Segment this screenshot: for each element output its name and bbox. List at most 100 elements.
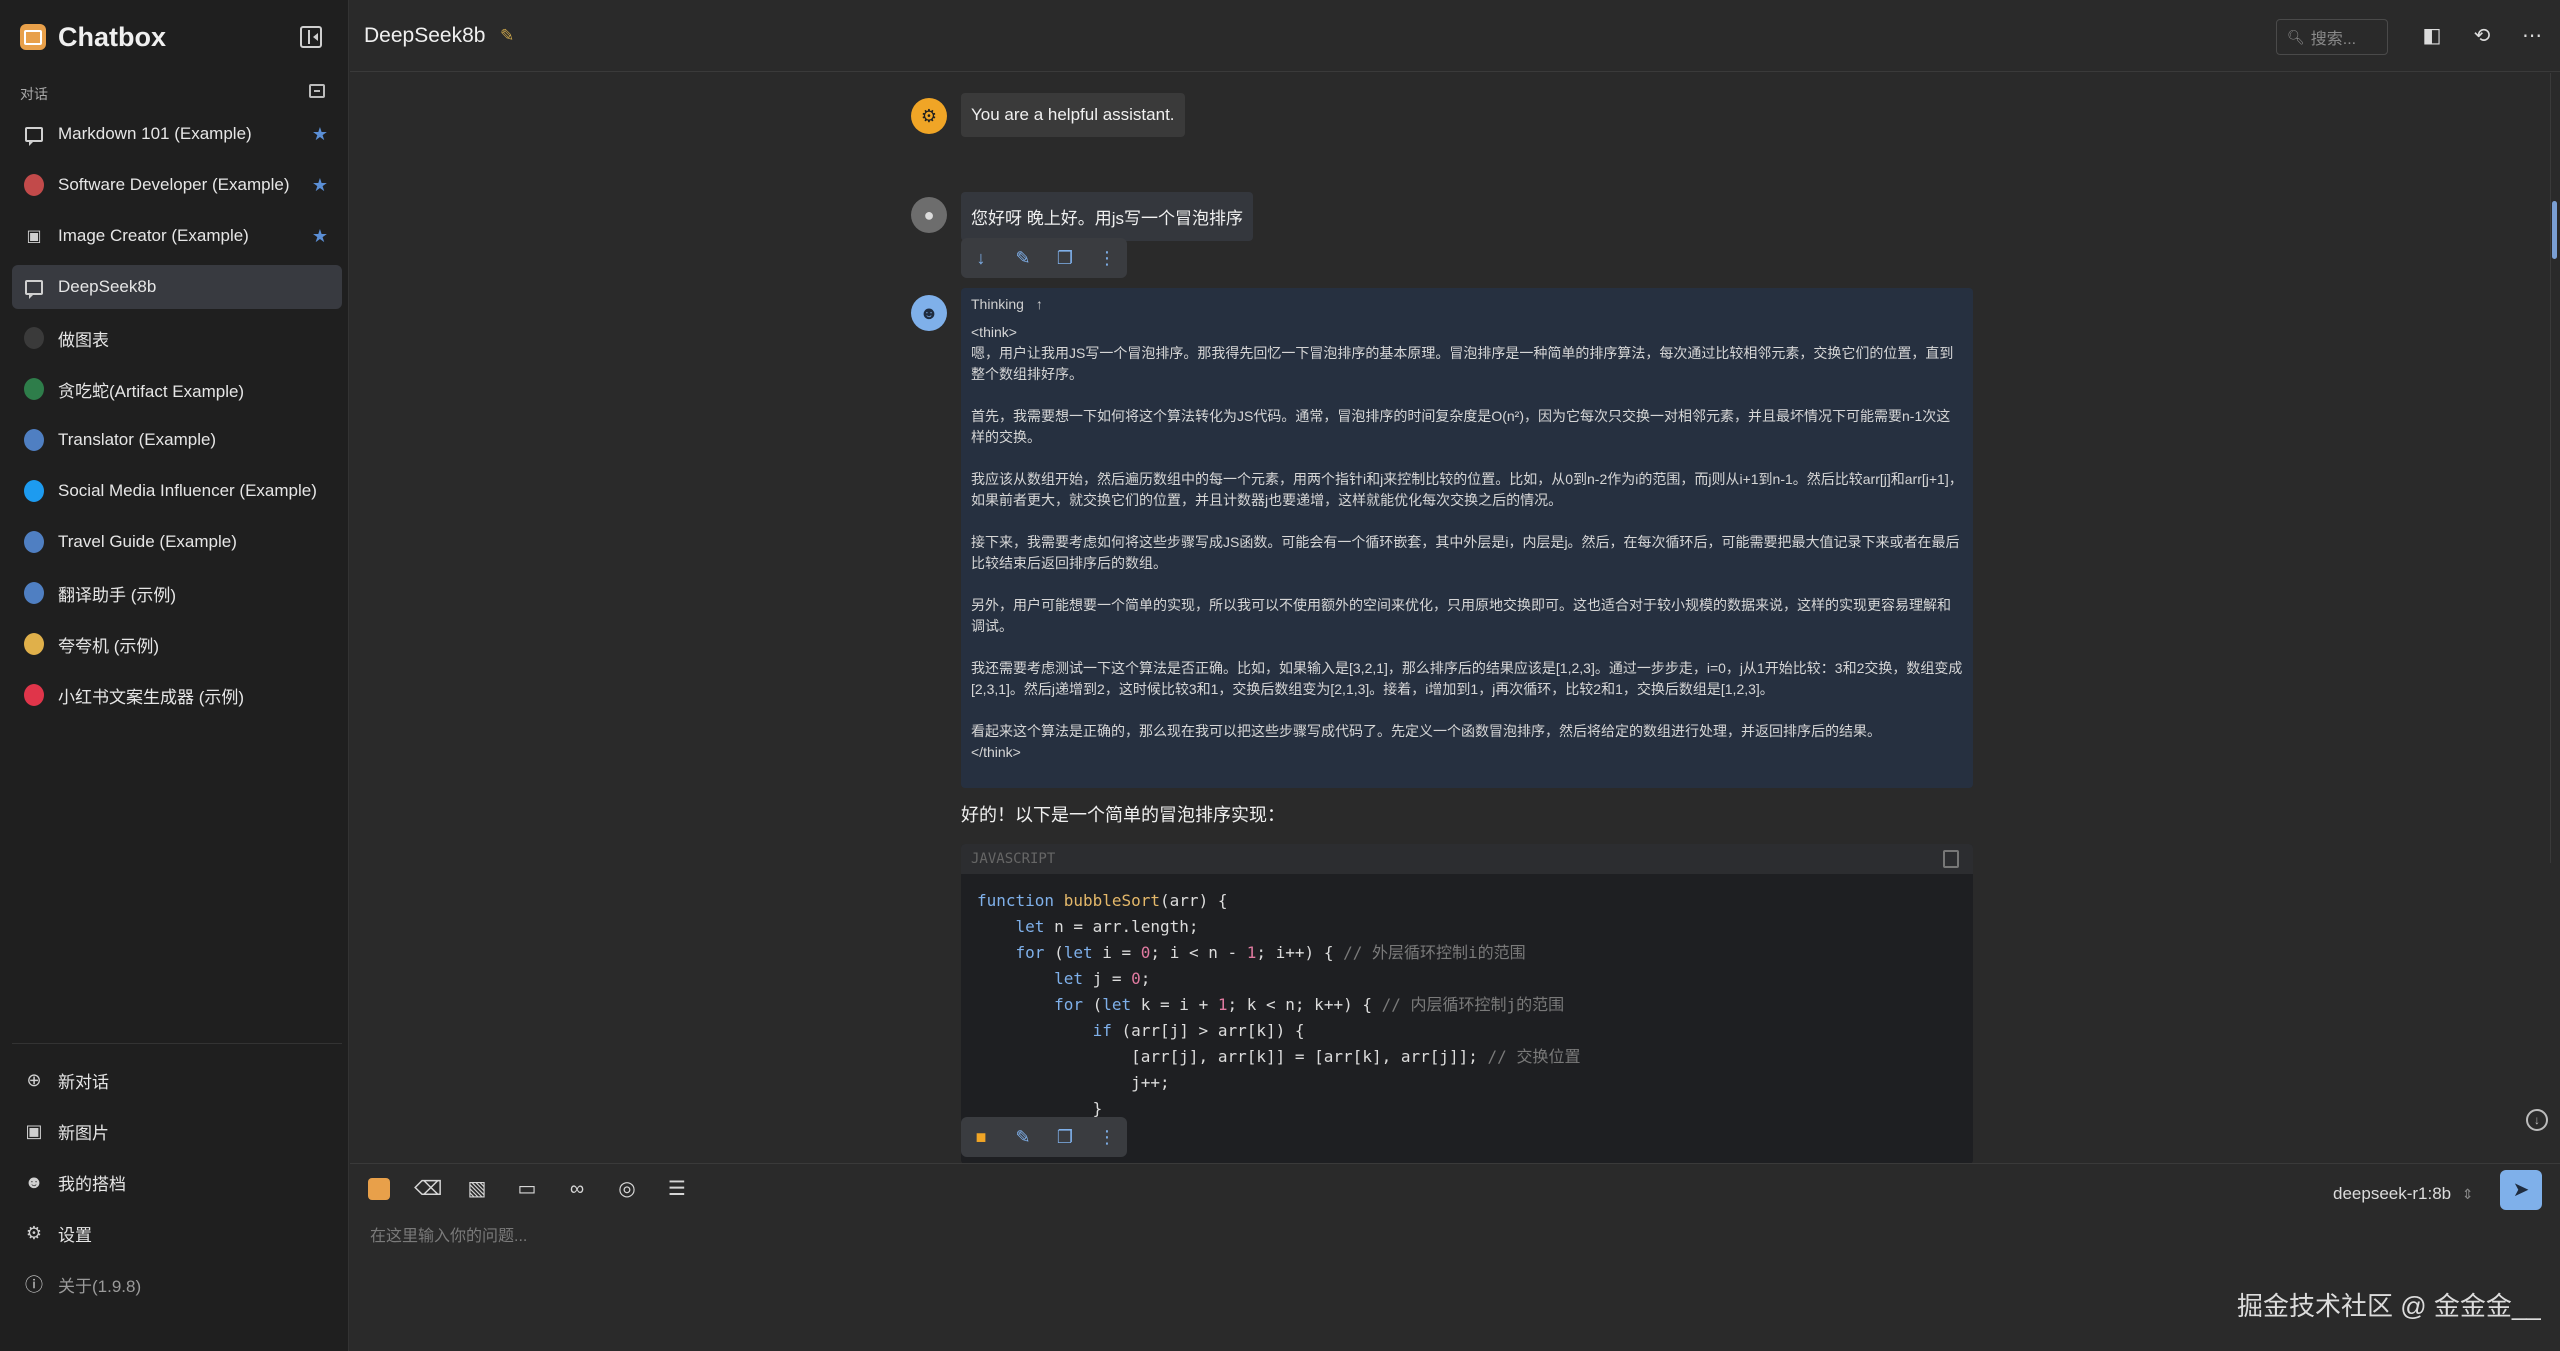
input-toolbar: ⌫ ▧ ▭ ∞ ◎ ☰ (368, 1176, 690, 1202)
edit-title-pencil-icon[interactable]: ✎ (500, 26, 514, 46)
more-options-icon[interactable]: ⋯ (2520, 24, 2544, 48)
send-arrow-icon: ➤ (2512, 1179, 2530, 1201)
sidebar: Chatbox 对话 Markdown 101 (Example) ★ Softwa… (0, 0, 349, 1351)
settings-button[interactable]: ⚙ 设置 (12, 1211, 342, 1255)
about-button[interactable]: ⓘ 关于(1.9.8) (12, 1262, 342, 1306)
thinking-paragraph: 首先，我需要想一下如何将这个算法转化为JS代码。通常，冒泡排序的时间复杂度是O(… (971, 408, 1951, 445)
copy-icon[interactable]: ❐ (1053, 1125, 1077, 1149)
message-input[interactable]: 在这里输入你的问题... (370, 1222, 527, 1246)
code-token: let (1102, 995, 1132, 1014)
code-token: let (1054, 969, 1083, 988)
sidebar-conversation-item[interactable]: 小红书文案生成器 (示例) (12, 673, 342, 717)
conversations-section-label: 对话 (20, 86, 48, 102)
code-token: ; i < n - (1150, 943, 1247, 962)
conversation-label: Travel Guide (Example) (58, 532, 237, 551)
sidebar-conversation-item[interactable]: Social Media Influencer (Example) (12, 469, 342, 513)
praise-avatar-icon (24, 633, 44, 655)
conversation-label: 夸夸机 (示例) (58, 636, 160, 656)
code-token: let (1015, 917, 1045, 936)
chatbox-mini-icon[interactable] (368, 1178, 390, 1200)
assistant-message-toolbar: ■ ✎ ❐ ⋮ (961, 1117, 1127, 1157)
thinking-content: 嗯，用户让我用JS写一个冒泡排序。那我得先回忆一下冒泡排序的基本原理。冒泡排序是… (971, 343, 1963, 763)
collapse-arrow-up-icon: ↑ (1035, 296, 1043, 312)
code-token: ; (1140, 969, 1151, 988)
sidebar-conversation-item[interactable]: Travel Guide (Example) (12, 520, 342, 564)
conversation-label: 做图表 (58, 330, 109, 350)
sidebar-conversation-item[interactable]: 夸夸机 (示例) (12, 622, 342, 666)
code-token: function (977, 891, 1064, 910)
conversation-label: Software Developer (Example) (58, 175, 290, 194)
code-line: let n = arr.length; (977, 914, 1957, 940)
edit-pencil-icon[interactable]: ✎ (1011, 246, 1035, 270)
code-language: JAVASCRIPT (971, 851, 1056, 867)
scroll-to-bottom-icon[interactable]: ↓ (2526, 1109, 2548, 1131)
arrow-down-icon[interactable]: ↓ (969, 246, 993, 270)
conversation-label: 小红书文案生成器 (示例) (58, 687, 245, 707)
history-icon[interactable]: ⟲ (2470, 24, 2494, 48)
stop-square-icon[interactable]: ■ (969, 1125, 993, 1149)
code-token: ; k < n; k++) { (1227, 995, 1382, 1014)
more-vertical-icon[interactable]: ⋮ (1095, 246, 1119, 270)
collapse-sidebar-icon[interactable] (300, 26, 322, 48)
copy-code-icon[interactable] (1943, 850, 1959, 868)
chat-title: DeepSeek8b (364, 24, 486, 47)
sidebar-conversation-item[interactable]: 做图表 (12, 316, 342, 360)
conversation-label: DeepSeek8b (58, 277, 157, 296)
more-vertical-icon[interactable]: ⋮ (1095, 1125, 1119, 1149)
sidebar-conversation-item[interactable]: 翻译助手 (示例) (12, 571, 342, 615)
star-icon[interactable]: ★ (312, 226, 328, 247)
send-button[interactable]: ➤ (2500, 1170, 2542, 1210)
my-partners-button[interactable]: ☻ 我的搭档 (12, 1160, 342, 1204)
code-line: function bubbleSort(arr) { (977, 888, 1957, 914)
code-token: let (1063, 943, 1093, 962)
new-chat-button[interactable]: ⊕ 新对话 (12, 1058, 342, 1102)
translator-avatar-icon (24, 429, 44, 451)
sidebar-conversation-item[interactable]: ▣ Image Creator (Example) ★ (12, 214, 342, 258)
thinking-paragraph: 看起来这个算法是正确的，那么现在我可以把这些步骤写成代码了。先定义一个函数冒泡排… (971, 723, 1881, 739)
code-token: // 交换位置 (1487, 1047, 1581, 1066)
globe-icon[interactable]: ◎ (614, 1176, 640, 1202)
conversation-list: Markdown 101 (Example) ★ Software Develope… (12, 112, 342, 724)
search-box[interactable]: 🔍︎ 搜索... (2276, 19, 2388, 55)
thinking-toggle[interactable]: Thinking ↑ (971, 296, 1963, 312)
image-attach-icon[interactable]: ▧ (464, 1176, 490, 1202)
model-name: deepseek-r1:8b (2333, 1184, 2452, 1203)
split-view-icon[interactable]: ◧ (2420, 24, 2444, 48)
conversation-label: 翻译助手 (示例) (58, 585, 177, 605)
scrollbar-thumb[interactable] (2552, 201, 2557, 259)
code-token: [arr[j], arr[k]] = [arr[k], arr[j]]; (977, 1047, 1488, 1066)
search-placeholder: 搜索... (2310, 31, 2357, 48)
new-chat-label: 新对话 (58, 1072, 109, 1092)
archive-icon[interactable] (309, 84, 325, 98)
eraser-icon[interactable]: ⌫ (414, 1176, 442, 1202)
sidebar-conversation-item[interactable]: Translator (Example) (12, 418, 342, 462)
new-image-button[interactable]: ▣ 新图片 (12, 1109, 342, 1153)
code-token: ( (1082, 995, 1103, 1014)
code-token: // 外层循环控制i的范围 (1343, 943, 1526, 962)
sidebar-conversation-item[interactable]: Markdown 101 (Example) ★ (12, 112, 342, 156)
app-name: Chatbox (58, 21, 166, 52)
edit-pencil-icon[interactable]: ✎ (1011, 1125, 1035, 1149)
user-message: 您好呀 晚上好。用js写一个冒泡排序 (961, 192, 1253, 241)
thinking-paragraph: 我还需要考虑测试一下这个算法是否正确。比如，如果输入是[3,2,1]，那么排序后… (971, 660, 1963, 697)
code-token: bubbleSort (1063, 891, 1161, 910)
chatbox-logo-icon (20, 24, 46, 50)
user-message-toolbar: ↓ ✎ ❐ ⋮ (961, 238, 1127, 278)
conversation-label: 贪吃蛇(Artifact Example) (58, 381, 245, 401)
copy-icon[interactable]: ❐ (1053, 246, 1077, 270)
sidebar-conversation-item[interactable]: Software Developer (Example) ★ (12, 163, 342, 207)
folder-icon[interactable]: ▭ (514, 1176, 540, 1202)
star-icon[interactable]: ★ (312, 175, 328, 196)
gear-icon: ⚙ (25, 1222, 43, 1243)
model-select[interactable]: deepseek-r1:8b ⇕ (2333, 1184, 2474, 1204)
settings-sliders-icon[interactable]: ☰ (664, 1176, 690, 1202)
code-token: k = i + (1131, 995, 1218, 1014)
new-image-label: 新图片 (58, 1123, 109, 1143)
link-icon[interactable]: ∞ (564, 1176, 590, 1202)
scrollbar-track[interactable] (2550, 73, 2558, 863)
user-avatar-icon: ● (911, 197, 947, 233)
thinking-block: Thinking ↑ <think> 嗯，用户让我用JS写一个冒泡排序。那我得先… (961, 288, 1973, 788)
star-icon[interactable]: ★ (312, 124, 328, 145)
sidebar-conversation-item[interactable]: DeepSeek8b (12, 265, 342, 309)
sidebar-conversation-item[interactable]: 贪吃蛇(Artifact Example) (12, 367, 342, 411)
